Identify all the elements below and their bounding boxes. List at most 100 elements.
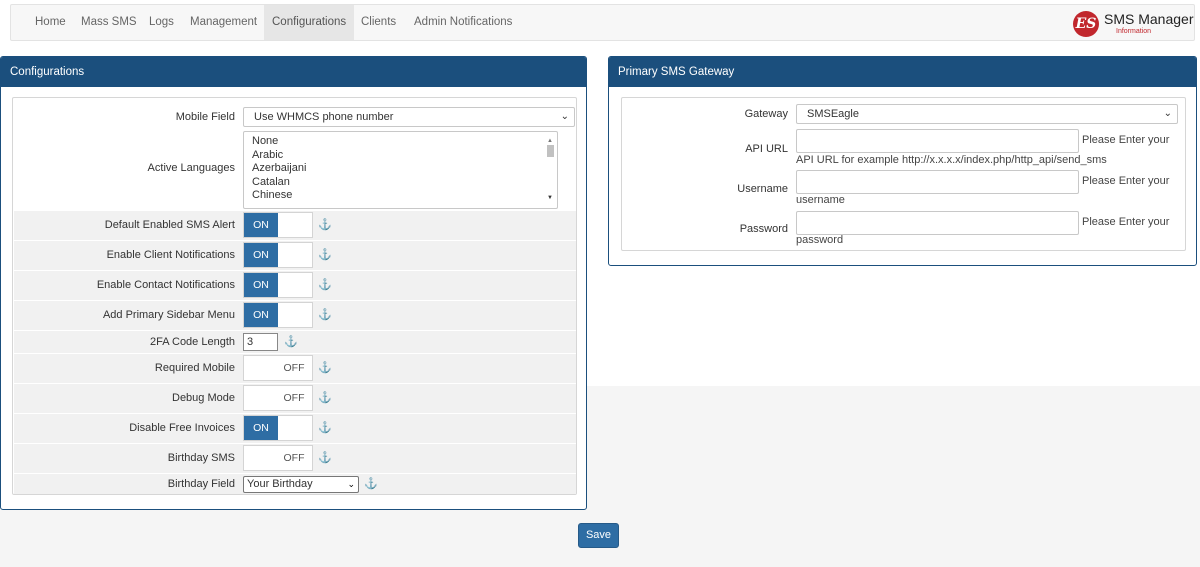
enable-client-notifications-toggle[interactable]: ON xyxy=(243,242,313,268)
active-languages-label: Active Languages xyxy=(147,162,235,174)
toggle-on: ON xyxy=(244,243,278,267)
api-url-hint: Please Enter your xyxy=(1082,134,1170,146)
password-label: Password xyxy=(739,223,788,235)
logo-subtitle: Information xyxy=(1116,28,1152,35)
toggle-on: ON xyxy=(244,303,278,327)
chevron-down-icon: ⌄ xyxy=(560,111,569,122)
primary-sms-gateway-panel: Primary SMS Gateway Gateway SMSEagle ⌄ A… xyxy=(608,56,1197,266)
api-url-label: API URL xyxy=(745,143,788,155)
anchor-help-icon[interactable]: ⚓ xyxy=(318,248,332,261)
username-hint: Please Enter your xyxy=(1082,175,1170,187)
row-enable-contact-notifications: Enable Contact Notifications ON ⚓ xyxy=(14,271,576,300)
row-2fa-code-length: 2FA Code Length 3 ⚓ xyxy=(14,331,576,353)
nav-management[interactable]: Management xyxy=(182,5,265,40)
anchor-help-icon[interactable]: ⚓ xyxy=(318,218,332,231)
disable-free-invoices-toggle[interactable]: ON xyxy=(243,415,313,441)
sms-manager-logo: ES SMS Manager Information xyxy=(1073,11,1193,37)
username-label: Username xyxy=(737,183,788,195)
configurations-form: Mobile Field Use WHMCS phone number ⌄ Ac… xyxy=(12,97,577,495)
anchor-help-icon[interactable]: ⚓ xyxy=(318,421,332,434)
chevron-down-icon: ⌄ xyxy=(347,479,355,489)
logo-mark-icon: ES xyxy=(1073,11,1099,37)
debug-mode-label: Debug Mode xyxy=(172,392,235,404)
api-url-example: API URL for example http://x.x.x.x/index… xyxy=(796,154,1107,166)
nav-admin-notifications[interactable]: Admin Notifications xyxy=(406,5,520,40)
language-option[interactable]: Chinese xyxy=(252,189,557,203)
language-option[interactable]: Catalan xyxy=(252,176,557,190)
language-option[interactable]: None xyxy=(252,135,557,149)
configurations-panel-title: Configurations xyxy=(1,57,586,87)
mobile-field-select[interactable]: Use WHMCS phone number ⌄ xyxy=(243,107,575,127)
row-disable-free-invoices: Disable Free Invoices ON ⚓ xyxy=(14,414,576,443)
row-add-primary-sidebar-menu: Add Primary Sidebar Menu ON ⚓ xyxy=(14,301,576,330)
save-button[interactable]: Save xyxy=(578,523,619,548)
anchor-help-icon[interactable]: ⚓ xyxy=(318,451,332,464)
row-enable-client-notifications: Enable Client Notifications ON ⚓ xyxy=(14,241,576,270)
debug-mode-toggle[interactable]: OFF xyxy=(243,385,313,411)
anchor-help-icon[interactable]: ⚓ xyxy=(318,361,332,374)
enable-contact-notifications-label: Enable Contact Notifications xyxy=(96,279,235,291)
language-option[interactable]: Arabic xyxy=(252,149,557,163)
chevron-down-icon: ⌄ xyxy=(1163,108,1172,119)
nav-logs[interactable]: Logs xyxy=(141,5,182,40)
row-active-languages: Active Languages None Arabic Azerbaijani… xyxy=(14,131,576,211)
top-navbar: Home Mass SMS Logs Management Configurat… xyxy=(10,4,1195,41)
toggle-off: OFF xyxy=(283,452,305,464)
username-hint-below: username xyxy=(796,194,845,206)
api-url-input[interactable] xyxy=(796,129,1079,153)
mobile-field-label: Mobile Field xyxy=(175,111,235,123)
nav-home[interactable]: Home xyxy=(27,5,74,40)
anchor-help-icon[interactable]: ⚓ xyxy=(284,335,298,348)
password-hint: Please Enter your xyxy=(1082,216,1170,228)
username-input[interactable] xyxy=(796,170,1079,194)
enable-client-notifications-label: Enable Client Notifications xyxy=(106,249,235,261)
row-default-enabled-sms-alert: Default Enabled SMS Alert ON ⚓ xyxy=(14,211,576,240)
birthday-field-select[interactable]: Your Birthday ⌄ xyxy=(243,476,359,493)
anchor-help-icon[interactable]: ⚓ xyxy=(318,391,332,404)
mobile-field-value: Use WHMCS phone number xyxy=(254,111,394,123)
scroll-thumb[interactable] xyxy=(547,145,554,157)
nav-configurations[interactable]: Configurations xyxy=(264,5,355,40)
toggle-on: ON xyxy=(244,273,278,297)
password-hint-below: password xyxy=(796,234,844,246)
enable-contact-notifications-toggle[interactable]: ON xyxy=(243,272,313,298)
listbox-scrollbar[interactable]: ▲ ▼ xyxy=(546,135,555,205)
gateway-value: SMSEagle xyxy=(807,108,859,120)
2fa-code-length-input[interactable]: 3 xyxy=(243,333,278,351)
nav-clients[interactable]: Clients xyxy=(353,5,404,40)
anchor-help-icon[interactable]: ⚓ xyxy=(318,308,332,321)
toggle-off: OFF xyxy=(283,362,305,374)
gateway-label: Gateway xyxy=(744,108,788,120)
birthday-sms-toggle[interactable]: OFF xyxy=(243,445,313,471)
toggle-on: ON xyxy=(244,416,278,440)
row-required-mobile: Required Mobile OFF ⚓ xyxy=(14,354,576,383)
birthday-field-value: Your Birthday xyxy=(247,478,313,490)
active-languages-listbox[interactable]: None Arabic Azerbaijani Catalan Chinese … xyxy=(243,131,558,209)
password-input[interactable] xyxy=(796,211,1079,235)
logo-title: SMS Manager xyxy=(1104,11,1194,27)
configurations-panel: Configurations Mobile Field Use WHMCS ph… xyxy=(0,56,587,510)
row-birthday-field: Birthday Field Your Birthday ⌄ ⚓ xyxy=(14,474,576,494)
gateway-panel-title: Primary SMS Gateway xyxy=(609,57,1196,87)
birthday-field-label: Birthday Field xyxy=(167,478,235,490)
row-debug-mode: Debug Mode OFF ⚓ xyxy=(14,384,576,413)
toggle-on: ON xyxy=(244,213,278,237)
add-primary-sidebar-menu-label: Add Primary Sidebar Menu xyxy=(102,309,235,321)
2fa-code-length-label: 2FA Code Length xyxy=(149,336,235,348)
gateway-select[interactable]: SMSEagle ⌄ xyxy=(796,104,1178,124)
default-enabled-sms-alert-label: Default Enabled SMS Alert xyxy=(104,219,235,231)
default-enabled-sms-alert-toggle[interactable]: ON xyxy=(243,212,313,238)
language-option[interactable]: Azerbaijani xyxy=(252,162,557,176)
toggle-off: OFF xyxy=(283,392,305,404)
disable-free-invoices-label: Disable Free Invoices xyxy=(129,422,235,434)
scroll-down-icon[interactable]: ▼ xyxy=(547,192,553,206)
birthday-sms-label: Birthday SMS xyxy=(167,452,235,464)
nav-mass-sms[interactable]: Mass SMS xyxy=(73,5,145,40)
anchor-help-icon[interactable]: ⚓ xyxy=(318,278,332,291)
row-birthday-sms: Birthday SMS OFF ⚓ xyxy=(14,444,576,473)
required-mobile-toggle[interactable]: OFF xyxy=(243,355,313,381)
required-mobile-label: Required Mobile xyxy=(154,362,235,374)
anchor-help-icon[interactable]: ⚓ xyxy=(364,477,378,490)
row-mobile-field: Mobile Field Use WHMCS phone number ⌄ xyxy=(14,104,576,131)
add-primary-sidebar-menu-toggle[interactable]: ON xyxy=(243,302,313,328)
